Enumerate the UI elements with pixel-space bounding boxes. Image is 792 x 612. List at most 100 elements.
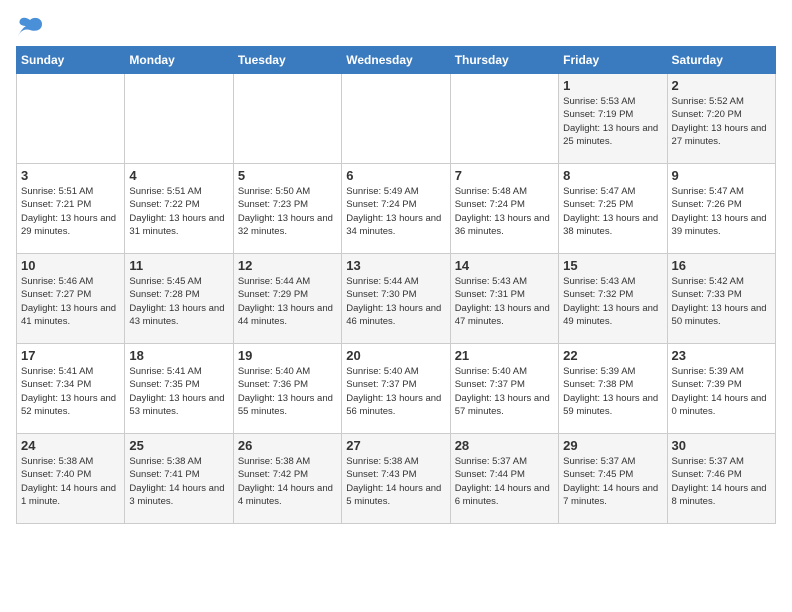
calendar-cell: 2 Sunrise: 5:52 AM Sunset: 7:20 PM Daylig… [667, 74, 775, 164]
calendar-cell: 29 Sunrise: 5:37 AM Sunset: 7:45 PM Dayli… [559, 434, 667, 524]
day-number: 5 [238, 168, 337, 183]
day-info: Sunrise: 5:47 AM Sunset: 7:25 PM Dayligh… [563, 185, 662, 238]
column-header-sunday: Sunday [17, 47, 125, 74]
calendar-cell [342, 74, 450, 164]
calendar-cell: 18 Sunrise: 5:41 AM Sunset: 7:35 PM Dayli… [125, 344, 233, 434]
day-info: Sunrise: 5:44 AM Sunset: 7:29 PM Dayligh… [238, 275, 337, 328]
day-info: Sunrise: 5:40 AM Sunset: 7:36 PM Dayligh… [238, 365, 337, 418]
day-number: 6 [346, 168, 445, 183]
day-number: 1 [563, 78, 662, 93]
day-number: 21 [455, 348, 554, 363]
day-number: 17 [21, 348, 120, 363]
logo-bird-icon [16, 16, 44, 38]
day-info: Sunrise: 5:45 AM Sunset: 7:28 PM Dayligh… [129, 275, 228, 328]
day-info: Sunrise: 5:40 AM Sunset: 7:37 PM Dayligh… [455, 365, 554, 418]
week-row-3: 10Sunrise: 5:46 AM Sunset: 7:27 PM Dayli… [17, 254, 776, 344]
calendar-cell [125, 74, 233, 164]
day-info: Sunrise: 5:38 AM Sunset: 7:41 PM Dayligh… [129, 455, 228, 508]
calendar-cell: 9 Sunrise: 5:47 AM Sunset: 7:26 PM Daylig… [667, 164, 775, 254]
day-number: 29 [563, 438, 662, 453]
day-info: Sunrise: 5:43 AM Sunset: 7:32 PM Dayligh… [563, 275, 662, 328]
day-number: 23 [672, 348, 771, 363]
day-info: Sunrise: 5:52 AM Sunset: 7:20 PM Dayligh… [672, 95, 771, 148]
day-number: 27 [346, 438, 445, 453]
calendar-cell: 22 Sunrise: 5:39 AM Sunset: 7:38 PM Dayli… [559, 344, 667, 434]
day-info: Sunrise: 5:39 AM Sunset: 7:38 PM Dayligh… [563, 365, 662, 418]
day-number: 11 [129, 258, 228, 273]
calendar-cell: 12 Sunrise: 5:44 AM Sunset: 7:29 PM Dayli… [233, 254, 341, 344]
day-number: 8 [563, 168, 662, 183]
day-info: Sunrise: 5:53 AM Sunset: 7:19 PM Dayligh… [563, 95, 662, 148]
day-number: 25 [129, 438, 228, 453]
day-info: Sunrise: 5:42 AM Sunset: 7:33 PM Dayligh… [672, 275, 771, 328]
day-number: 15 [563, 258, 662, 273]
day-number: 9 [672, 168, 771, 183]
day-number: 18 [129, 348, 228, 363]
day-info: Sunrise: 5:46 AM Sunset: 7:27 PM Dayligh… [21, 275, 120, 328]
calendar-cell: 30 Sunrise: 5:37 AM Sunset: 7:46 PM Dayli… [667, 434, 775, 524]
day-number: 22 [563, 348, 662, 363]
column-header-wednesday: Wednesday [342, 47, 450, 74]
column-header-monday: Monday [125, 47, 233, 74]
calendar-cell: 27 Sunrise: 5:38 AM Sunset: 7:43 PM Dayli… [342, 434, 450, 524]
week-row-1: 1 Sunrise: 5:53 AM Sunset: 7:19 PM Daylig… [17, 74, 776, 164]
day-info: Sunrise: 5:47 AM Sunset: 7:26 PM Dayligh… [672, 185, 771, 238]
calendar-cell: 14Sunrise: 5:43 AM Sunset: 7:31 PM Dayli… [450, 254, 558, 344]
calendar-cell: 17Sunrise: 5:41 AM Sunset: 7:34 PM Dayli… [17, 344, 125, 434]
calendar-cell: 15 Sunrise: 5:43 AM Sunset: 7:32 PM Dayli… [559, 254, 667, 344]
day-info: Sunrise: 5:44 AM Sunset: 7:30 PM Dayligh… [346, 275, 445, 328]
header [16, 16, 776, 38]
calendar-cell: 19 Sunrise: 5:40 AM Sunset: 7:36 PM Dayli… [233, 344, 341, 434]
day-number: 20 [346, 348, 445, 363]
calendar-cell: 7 Sunrise: 5:48 AM Sunset: 7:24 PM Daylig… [450, 164, 558, 254]
calendar-cell: 3Sunrise: 5:51 AM Sunset: 7:21 PM Daylig… [17, 164, 125, 254]
week-row-4: 17Sunrise: 5:41 AM Sunset: 7:34 PM Dayli… [17, 344, 776, 434]
column-header-thursday: Thursday [450, 47, 558, 74]
day-info: Sunrise: 5:38 AM Sunset: 7:40 PM Dayligh… [21, 455, 120, 508]
column-header-tuesday: Tuesday [233, 47, 341, 74]
week-row-5: 24 Sunrise: 5:38 AM Sunset: 7:40 PM Dayli… [17, 434, 776, 524]
calendar-cell: 20 Sunrise: 5:40 AM Sunset: 7:37 PM Dayli… [342, 344, 450, 434]
calendar-cell [17, 74, 125, 164]
calendar-table: SundayMondayTuesdayWednesdayThursdayFrid… [16, 46, 776, 524]
day-info: Sunrise: 5:51 AM Sunset: 7:22 PM Dayligh… [129, 185, 228, 238]
day-number: 4 [129, 168, 228, 183]
day-number: 14 [455, 258, 554, 273]
calendar-cell: 21 Sunrise: 5:40 AM Sunset: 7:37 PM Dayli… [450, 344, 558, 434]
day-number: 30 [672, 438, 771, 453]
calendar-cell: 24 Sunrise: 5:38 AM Sunset: 7:40 PM Dayli… [17, 434, 125, 524]
day-number: 7 [455, 168, 554, 183]
day-info: Sunrise: 5:50 AM Sunset: 7:23 PM Dayligh… [238, 185, 337, 238]
day-info: Sunrise: 5:39 AM Sunset: 7:39 PM Dayligh… [672, 365, 771, 418]
logo [16, 16, 48, 38]
day-info: Sunrise: 5:37 AM Sunset: 7:45 PM Dayligh… [563, 455, 662, 508]
day-info: Sunrise: 5:41 AM Sunset: 7:35 PM Dayligh… [129, 365, 228, 418]
day-number: 13 [346, 258, 445, 273]
day-info: Sunrise: 5:48 AM Sunset: 7:24 PM Dayligh… [455, 185, 554, 238]
calendar-cell: 13 Sunrise: 5:44 AM Sunset: 7:30 PM Dayli… [342, 254, 450, 344]
calendar-cell [233, 74, 341, 164]
day-info: Sunrise: 5:38 AM Sunset: 7:43 PM Dayligh… [346, 455, 445, 508]
day-info: Sunrise: 5:40 AM Sunset: 7:37 PM Dayligh… [346, 365, 445, 418]
day-info: Sunrise: 5:37 AM Sunset: 7:46 PM Dayligh… [672, 455, 771, 508]
column-header-saturday: Saturday [667, 47, 775, 74]
calendar-cell [450, 74, 558, 164]
day-info: Sunrise: 5:37 AM Sunset: 7:44 PM Dayligh… [455, 455, 554, 508]
calendar-cell: 6 Sunrise: 5:49 AM Sunset: 7:24 PM Daylig… [342, 164, 450, 254]
day-number: 2 [672, 78, 771, 93]
day-number: 12 [238, 258, 337, 273]
week-row-2: 3Sunrise: 5:51 AM Sunset: 7:21 PM Daylig… [17, 164, 776, 254]
day-number: 19 [238, 348, 337, 363]
calendar-cell: 1 Sunrise: 5:53 AM Sunset: 7:19 PM Daylig… [559, 74, 667, 164]
calendar-cell: 25 Sunrise: 5:38 AM Sunset: 7:41 PM Dayli… [125, 434, 233, 524]
day-number: 26 [238, 438, 337, 453]
column-header-friday: Friday [559, 47, 667, 74]
day-number: 24 [21, 438, 120, 453]
day-number: 3 [21, 168, 120, 183]
calendar-cell: 11 Sunrise: 5:45 AM Sunset: 7:28 PM Dayli… [125, 254, 233, 344]
calendar-cell: 5 Sunrise: 5:50 AM Sunset: 7:23 PM Daylig… [233, 164, 341, 254]
day-number: 28 [455, 438, 554, 453]
day-info: Sunrise: 5:49 AM Sunset: 7:24 PM Dayligh… [346, 185, 445, 238]
calendar-cell: 26Sunrise: 5:38 AM Sunset: 7:42 PM Dayli… [233, 434, 341, 524]
calendar-cell: 23 Sunrise: 5:39 AM Sunset: 7:39 PM Dayli… [667, 344, 775, 434]
